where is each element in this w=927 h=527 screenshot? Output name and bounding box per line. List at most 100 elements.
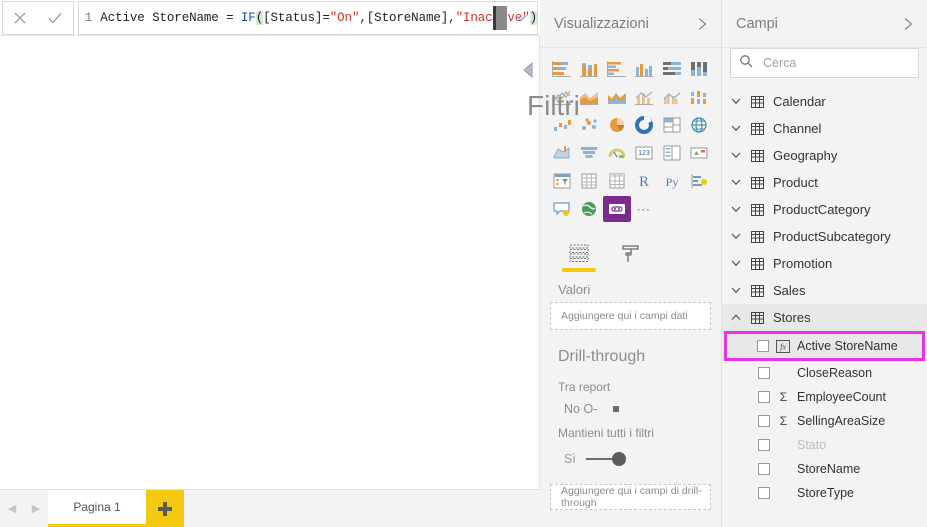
area-chart-icon[interactable] <box>576 84 604 110</box>
line-stacked-column-chart-icon[interactable] <box>631 84 659 110</box>
table-icon <box>750 258 765 270</box>
filled-map-icon[interactable] <box>548 140 576 166</box>
visualizations-header: Visualizzazioni <box>540 0 721 48</box>
ribbon-chart-icon[interactable] <box>686 84 714 110</box>
more-options-icon[interactable]: ⋯ <box>631 196 659 222</box>
clustered-bar-chart-icon[interactable] <box>603 56 631 82</box>
table-row[interactable]: Promotion <box>722 250 927 277</box>
collapse-left-icon[interactable] <box>521 60 537 80</box>
power-bi-report-editor: 1 Active StoreName = IF([Status]="On",[S… <box>0 0 927 527</box>
field-row-closereason[interactable]: CloseReason <box>722 361 927 385</box>
field-row-employeecount[interactable]: Σ EmployeeCount <box>722 385 927 409</box>
add-page-button[interactable] <box>146 490 184 527</box>
search-box[interactable] <box>730 48 919 78</box>
arcgis-map-icon[interactable] <box>576 196 604 222</box>
line-chart-icon[interactable] <box>548 84 576 110</box>
field-label: StoreName <box>797 462 860 476</box>
key-influencers-icon[interactable] <box>686 168 714 194</box>
field-row-active-storename[interactable]: fx Active StoreName <box>727 334 922 358</box>
treemap-icon[interactable] <box>658 112 686 138</box>
keep-all-filters-toggle[interactable] <box>586 452 626 466</box>
field-row-storetype[interactable]: StoreType <box>722 481 927 505</box>
search-input[interactable] <box>761 55 926 71</box>
dax-formula-bar: 1 Active StoreName = IF([Status]="On",[S… <box>0 0 540 36</box>
stacked-area-chart-icon[interactable] <box>603 84 631 110</box>
table-row[interactable]: Product <box>722 169 927 196</box>
paginated-report-icon[interactable] <box>603 196 631 222</box>
values-dropzone[interactable]: Aggiungere qui i campi dati <box>550 302 711 330</box>
table-icon <box>750 312 765 324</box>
page-navigation: ◀ ▶ <box>0 490 48 527</box>
field-row-storename[interactable]: StoreName <box>722 457 927 481</box>
field-row-sellingareasize[interactable]: Σ SellingAreaSize <box>722 409 927 433</box>
formula-arg2: ,[StoreName], <box>359 11 455 25</box>
table-name: Channel <box>773 121 821 136</box>
field-checkbox[interactable] <box>757 340 769 352</box>
matrix-icon[interactable] <box>603 168 631 194</box>
fields-well-icon[interactable] <box>562 243 596 272</box>
pie-chart-icon[interactable] <box>603 112 631 138</box>
table-row[interactable]: Sales <box>722 277 927 304</box>
table-name: Geography <box>773 148 837 163</box>
drillthrough-dropzone[interactable]: Aggiungere qui i campi di drill-through <box>550 484 711 510</box>
field-checkbox[interactable] <box>758 391 770 403</box>
drillthrough-title: Drill-through <box>540 330 721 372</box>
checkmark-icon[interactable] <box>42 5 68 31</box>
paint-roller-icon[interactable] <box>614 243 648 272</box>
scatter-chart-icon[interactable] <box>576 112 604 138</box>
table-icon <box>750 204 765 216</box>
field-checkbox[interactable] <box>758 487 770 499</box>
card-icon[interactable]: 123 <box>631 140 659 166</box>
funnel-chart-icon[interactable] <box>576 140 604 166</box>
chevron-right-icon[interactable] <box>899 17 917 31</box>
table-row[interactable]: Geography <box>722 142 927 169</box>
multi-row-card-icon[interactable] <box>658 140 686 166</box>
stacked-column-chart-icon[interactable] <box>576 56 604 82</box>
100-stacked-bar-chart-icon[interactable] <box>658 56 686 82</box>
svg-text:123: 123 <box>638 150 650 157</box>
chevron-down-icon[interactable] <box>511 2 531 34</box>
table-icon <box>750 96 765 108</box>
waterfall-chart-icon[interactable] <box>548 112 576 138</box>
map-icon[interactable] <box>686 112 714 138</box>
fields-pane: Campi Calendar C <box>722 0 927 527</box>
chevron-down-icon <box>613 406 619 412</box>
table-name: Product <box>773 175 818 190</box>
slicer-icon[interactable] <box>548 168 576 194</box>
cross-report-label: Tra report <box>540 372 721 396</box>
field-checkbox[interactable] <box>758 439 770 451</box>
close-icon[interactable] <box>7 5 33 31</box>
table-row[interactable]: ProductCategory <box>722 196 927 223</box>
formula-expression-prefix: Active StoreName = <box>100 11 241 25</box>
gauge-icon[interactable] <box>603 140 631 166</box>
chevron-right-icon[interactable] <box>693 17 711 31</box>
triangle-right-icon[interactable]: ▶ <box>32 502 40 515</box>
line-clustered-column-chart-icon[interactable] <box>658 84 686 110</box>
table-row-stores[interactable]: Stores <box>722 304 927 331</box>
kpi-icon[interactable] <box>686 140 714 166</box>
report-canvas[interactable] <box>0 36 540 489</box>
field-checkbox[interactable] <box>758 463 770 475</box>
page-tab-pagina-1[interactable]: Pagina 1 <box>48 490 146 527</box>
inactive-tab-underline <box>614 268 648 272</box>
donut-chart-icon[interactable] <box>631 112 659 138</box>
r-script-visual-icon[interactable]: R <box>631 168 659 194</box>
field-label: SellingAreaSize <box>797 414 885 428</box>
table-row[interactable]: Calendar <box>722 88 927 115</box>
q-and-a-icon[interactable] <box>548 196 576 222</box>
cross-report-dropdown[interactable]: No O- <box>540 396 721 418</box>
python-visual-icon[interactable]: Py <box>658 168 686 194</box>
clustered-column-chart-icon[interactable] <box>631 56 659 82</box>
table-icon[interactable] <box>576 168 604 194</box>
field-checkbox[interactable] <box>758 367 770 379</box>
stacked-bar-chart-icon[interactable] <box>548 56 576 82</box>
formula-input[interactable]: 1 Active StoreName = IF([Status]="On",[S… <box>78 1 538 35</box>
table-name: ProductCategory <box>773 202 871 217</box>
field-row-stato[interactable]: Stato <box>722 433 927 457</box>
field-label: CloseReason <box>797 366 872 380</box>
triangle-left-icon[interactable]: ◀ <box>8 502 16 515</box>
table-row[interactable]: ProductSubcategory <box>722 223 927 250</box>
table-row[interactable]: Channel <box>722 115 927 142</box>
100-stacked-column-chart-icon[interactable] <box>686 56 714 82</box>
field-checkbox[interactable] <box>758 415 770 427</box>
